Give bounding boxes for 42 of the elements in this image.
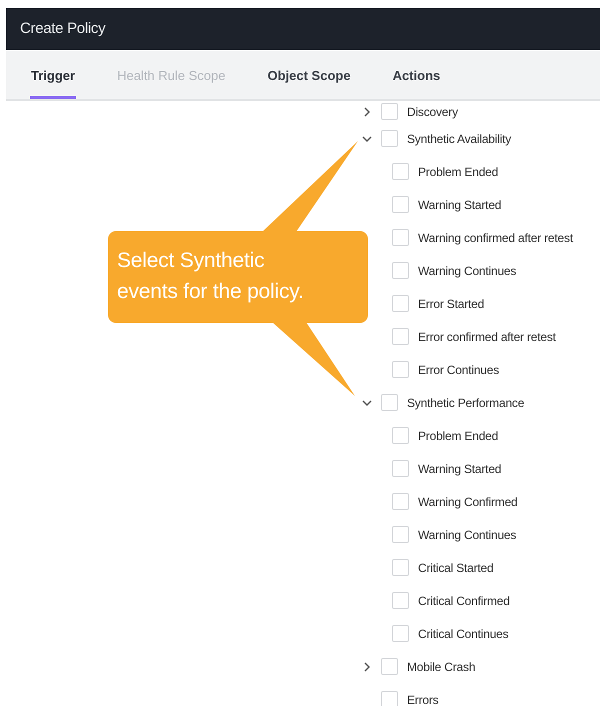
checkbox-label: Discovery xyxy=(407,104,458,118)
checkbox[interactable] xyxy=(392,262,409,279)
checkbox[interactable] xyxy=(392,229,409,246)
checkbox-label: Critical Started xyxy=(418,560,494,574)
checkbox[interactable] xyxy=(381,130,398,147)
checkbox[interactable] xyxy=(392,625,409,642)
checkbox-label: Critical Confirmed xyxy=(418,594,510,608)
tab[interactable]: Trigger xyxy=(30,50,76,99)
checkbox-label: Mobile Crash xyxy=(407,660,476,674)
checkbox-label: Error Started xyxy=(418,296,484,310)
checkbox-label: Synthetic Performance xyxy=(407,396,524,410)
checkbox[interactable] xyxy=(392,361,409,378)
checkbox[interactable] xyxy=(392,196,409,213)
window-title: Create Policy xyxy=(20,19,106,39)
checkbox[interactable] xyxy=(392,526,409,543)
checkbox[interactable] xyxy=(392,328,409,345)
checkbox-label: Problem Ended xyxy=(418,164,498,178)
checkbox-label: Warning Continues xyxy=(418,528,516,542)
checkbox[interactable] xyxy=(392,163,409,180)
checkbox-label: Synthetic Availability xyxy=(407,132,512,146)
checkbox-label: Critical Continues xyxy=(418,626,508,640)
checkbox-label: Warning Confirmed xyxy=(418,494,518,508)
checkbox-label: Warning Continues xyxy=(418,264,516,278)
checkbox-label: Problem Ended xyxy=(418,428,498,442)
checkbox-label: Errors xyxy=(407,692,438,706)
checkbox[interactable] xyxy=(392,592,409,609)
checkbox[interactable] xyxy=(392,559,409,576)
tab[interactable]: Actions xyxy=(392,50,442,99)
checkbox[interactable] xyxy=(381,394,398,411)
checkbox[interactable] xyxy=(381,103,398,120)
checkbox[interactable] xyxy=(392,295,409,312)
checkbox[interactable] xyxy=(381,691,398,706)
checkbox-label: Warning Started xyxy=(418,462,502,476)
checkbox[interactable] xyxy=(381,658,398,675)
checkbox-label: Warning confirmed after retest xyxy=(418,230,573,244)
checkbox-label: Error Continues xyxy=(418,362,500,376)
checkbox-label: Error confirmed after retest xyxy=(418,330,556,344)
checkbox-label: Warning Started xyxy=(418,198,502,212)
checkbox[interactable] xyxy=(392,460,409,477)
checkbox[interactable] xyxy=(392,427,409,444)
checkbox[interactable] xyxy=(392,493,409,510)
tab[interactable]: Object Scope xyxy=(266,50,352,99)
